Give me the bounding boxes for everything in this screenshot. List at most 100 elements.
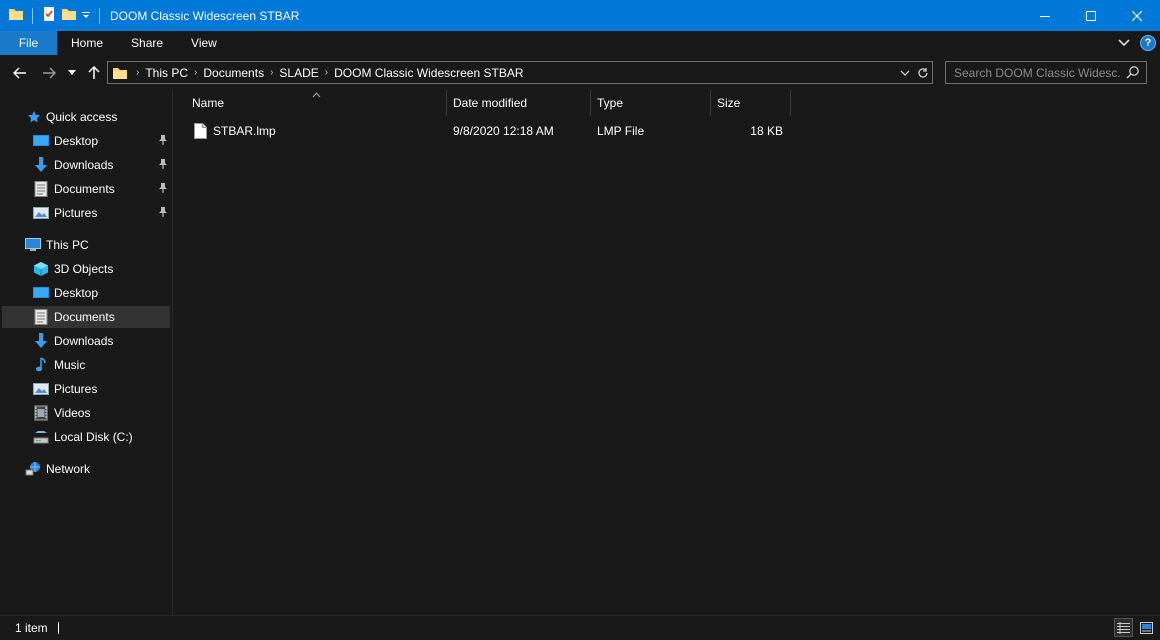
- nav-documents[interactable]: Documents: [2, 306, 170, 328]
- expand-ribbon-chevron-icon[interactable]: [1118, 36, 1130, 50]
- nav-music[interactable]: Music: [2, 354, 170, 376]
- address-bar[interactable]: › This PC › Documents › SLADE › DOOM Cla…: [107, 61, 933, 84]
- maximize-button[interactable]: [1068, 0, 1114, 31]
- file-list: Name Date modified Type Size STBAR.lmp 9…: [174, 90, 1160, 615]
- column-label: Date modified: [453, 96, 528, 110]
- large-icons-view-icon[interactable]: [1137, 618, 1156, 637]
- column-header-size[interactable]: Size: [711, 90, 791, 116]
- column-header-date[interactable]: Date modified: [447, 90, 591, 116]
- music-icon: [33, 357, 49, 373]
- pin-icon[interactable]: [158, 182, 168, 197]
- ribbon-tabs: File Home Share View ?: [0, 31, 1160, 55]
- desktop-icon: [33, 285, 49, 301]
- window-controls: [1022, 0, 1160, 31]
- separator: [99, 7, 100, 24]
- search-icon[interactable]: [1126, 65, 1140, 82]
- file-name[interactable]: STBAR.lmp: [213, 120, 276, 142]
- tab-file[interactable]: File: [0, 31, 57, 55]
- ribbon-right-controls: ?: [1118, 31, 1156, 55]
- table-row[interactable]: STBAR.lmp 9/8/2020 12:18 AM LMP File 18 …: [190, 120, 794, 142]
- view-toggle: [1114, 618, 1156, 637]
- videos-icon: [33, 405, 49, 421]
- nav-desktop[interactable]: Desktop: [2, 282, 170, 304]
- recent-locations-chevron-icon[interactable]: [64, 63, 80, 83]
- computer-icon: [25, 237, 41, 253]
- nav-label: Documents: [54, 310, 115, 324]
- tab-share[interactable]: Share: [117, 31, 177, 55]
- quick-access-toolbar: [0, 0, 104, 31]
- nav-label: Downloads: [54, 158, 114, 172]
- nav-downloads[interactable]: Downloads: [2, 330, 170, 352]
- nav-quick-pictures[interactable]: Pictures: [2, 202, 170, 224]
- folder-icon[interactable]: [8, 6, 24, 25]
- minimize-button[interactable]: [1022, 0, 1068, 31]
- file-type: LMP File: [597, 124, 645, 138]
- breadcrumb-documents[interactable]: Documents: [197, 66, 270, 80]
- pin-icon[interactable]: [158, 158, 168, 173]
- search-box[interactable]: [945, 61, 1147, 84]
- 3d-objects-icon: [33, 261, 49, 277]
- nav-this-pc[interactable]: This PC: [2, 234, 170, 256]
- drive-icon: [33, 429, 49, 445]
- details-view-icon[interactable]: [1114, 618, 1133, 637]
- pictures-icon: [33, 205, 49, 221]
- nav-label: Videos: [54, 406, 91, 420]
- pin-icon[interactable]: [158, 134, 168, 149]
- properties-icon[interactable]: [41, 6, 57, 25]
- column-header-name[interactable]: Name: [174, 90, 447, 116]
- window-title: DOOM Classic Widescreen STBAR: [110, 8, 300, 23]
- status-bar: 1 item: [0, 615, 1160, 640]
- tab-view[interactable]: View: [177, 31, 231, 55]
- nav-label: Desktop: [54, 134, 99, 148]
- breadcrumb-current-folder[interactable]: DOOM Classic Widescreen STBAR: [328, 66, 529, 80]
- sort-ascending-icon: [312, 87, 321, 101]
- close-button[interactable]: [1114, 0, 1160, 31]
- column-label: Name: [192, 96, 225, 110]
- nav-local-disk[interactable]: Local Disk (C:): [2, 426, 170, 448]
- nav-network[interactable]: Network: [2, 458, 170, 480]
- address-tools: [896, 62, 932, 83]
- pictures-icon: [33, 381, 49, 397]
- breadcrumb: › This PC › Documents › SLADE › DOOM Cla…: [108, 62, 530, 83]
- tab-home[interactable]: Home: [57, 31, 117, 55]
- separator: [32, 7, 33, 24]
- column-label: Type: [597, 96, 624, 110]
- breadcrumb-slade[interactable]: SLADE: [273, 66, 324, 80]
- nav-label: Network: [46, 462, 91, 476]
- nav-videos[interactable]: Videos: [2, 402, 170, 424]
- nav-quick-desktop[interactable]: Desktop: [2, 130, 170, 152]
- nav-label: This PC: [46, 238, 89, 252]
- refresh-icon[interactable]: [914, 67, 932, 79]
- file-size: 18 KB: [750, 124, 783, 138]
- file-icon: [194, 120, 207, 142]
- pin-icon[interactable]: [158, 206, 168, 221]
- chevron-right-icon[interactable]: ›: [128, 67, 139, 78]
- forward-button[interactable]: [39, 63, 59, 83]
- desktop-icon: [33, 133, 49, 149]
- customize-toolbar-chevron-icon[interactable]: [81, 9, 91, 23]
- network-icon: [25, 461, 41, 477]
- nav-quick-downloads[interactable]: Downloads: [2, 154, 170, 176]
- column-label: Size: [717, 96, 741, 110]
- nav-label: Desktop: [54, 286, 99, 300]
- breadcrumb-this-pc[interactable]: This PC: [139, 66, 194, 80]
- nav-quick-access[interactable]: Quick access: [2, 106, 170, 128]
- nav-label: Documents: [54, 182, 115, 196]
- new-folder-icon[interactable]: [61, 6, 77, 25]
- file-date: 9/8/2020 12:18 AM: [453, 124, 554, 138]
- nav-3d-objects[interactable]: 3D Objects: [2, 258, 170, 280]
- address-row: › This PC › Documents › SLADE › DOOM Cla…: [0, 55, 1160, 90]
- address-history-chevron-icon[interactable]: [896, 70, 914, 76]
- column-header-type[interactable]: Type: [591, 90, 711, 116]
- nav-quick-documents[interactable]: Documents: [2, 178, 170, 200]
- back-button[interactable]: [10, 63, 30, 83]
- navigation-pane: Quick access Desktop Downloads Documents: [0, 90, 173, 615]
- nav-pictures[interactable]: Pictures: [2, 378, 170, 400]
- nav-label: 3D Objects: [54, 262, 114, 276]
- nav-label: Local Disk (C:): [54, 430, 133, 444]
- documents-icon: [33, 181, 49, 197]
- search-input[interactable]: [946, 65, 1121, 80]
- nav-label: Pictures: [54, 206, 98, 220]
- help-button[interactable]: ?: [1140, 35, 1156, 51]
- up-button[interactable]: [84, 63, 104, 83]
